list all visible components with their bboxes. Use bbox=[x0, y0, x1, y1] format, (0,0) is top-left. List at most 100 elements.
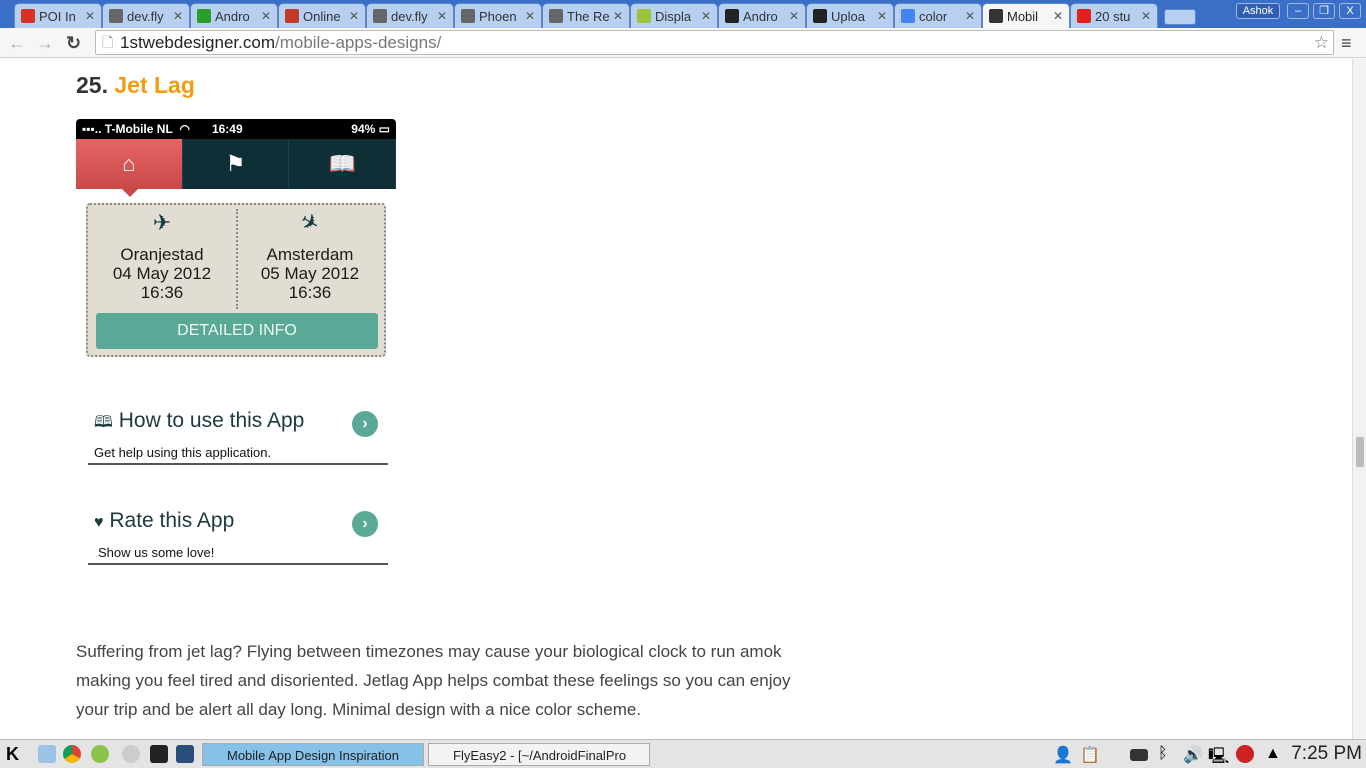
browser-titlebar: POI In ✕ dev.fly ✕ Andro ✕ Online ✕ dev.fly ✕ Phoe… bbox=[0, 0, 1366, 28]
close-tab-icon[interactable]: ✕ bbox=[525, 9, 535, 23]
book-icon: 📖 bbox=[289, 139, 397, 189]
close-tab-icon[interactable]: ✕ bbox=[789, 9, 799, 23]
close-tab-icon[interactable]: ✕ bbox=[701, 9, 711, 23]
desktop-icon[interactable] bbox=[176, 745, 194, 763]
tab[interactable]: The Re ✕ bbox=[542, 3, 630, 28]
close-tab-icon[interactable]: ✕ bbox=[877, 9, 887, 23]
tab-label: 20 stu bbox=[1095, 8, 1131, 24]
1stwebdesigner-icon bbox=[989, 9, 1003, 23]
takeoff-icon: ✈ bbox=[152, 210, 172, 235]
home-icon: ⌂ bbox=[76, 139, 183, 197]
arrival-time: 16:36 bbox=[288, 283, 332, 302]
android-studio-icon[interactable] bbox=[91, 745, 109, 763]
tab[interactable]: color ✕ bbox=[894, 3, 982, 28]
tab[interactable]: Mobil ✕ bbox=[982, 3, 1070, 28]
chrome-icon[interactable] bbox=[63, 745, 81, 763]
android-monster-icon bbox=[197, 9, 211, 23]
departure-city: Oranjestad bbox=[120, 245, 204, 264]
arrival: ✈ Amsterdam 05 May 2012 16:36 bbox=[236, 205, 384, 305]
new-tab-button[interactable] bbox=[1164, 9, 1196, 25]
security-shield-icon[interactable] bbox=[1236, 745, 1254, 763]
opera-icon bbox=[285, 9, 299, 23]
volume-icon[interactable]: 🔊 bbox=[1183, 745, 1203, 764]
browser-toolbar: ← → ↻ 🗋 1stwebdesigner.com/mobile-apps-d… bbox=[0, 28, 1366, 58]
github-icon bbox=[813, 9, 827, 23]
url-path: /mobile-apps-designs/ bbox=[274, 33, 442, 52]
close-tab-icon[interactable]: ✕ bbox=[437, 9, 447, 23]
departure: ✈ Oranjestad 04 May 2012 16:36 bbox=[88, 205, 236, 305]
tab-label: POI In bbox=[39, 8, 76, 24]
close-tab-icon[interactable]: ✕ bbox=[965, 9, 975, 23]
tab[interactable]: Uploa ✕ bbox=[806, 3, 894, 28]
address-bar[interactable]: 🗋 1stwebdesigner.com/mobile-apps-designs… bbox=[95, 30, 1334, 55]
profile-button[interactable]: Ashok bbox=[1236, 3, 1280, 19]
app-screenshot: ▪▪▪.. T-Mobile NL ◠ 16:49 94% ▭ ⌂ ⚑ 📖 ✈ … bbox=[76, 119, 397, 599]
article-number: 25. bbox=[76, 72, 108, 98]
kde-menu-icon[interactable]: K bbox=[6, 745, 24, 763]
close-tab-icon[interactable]: ✕ bbox=[261, 9, 271, 23]
bluetooth-icon[interactable]: ᛒ bbox=[1158, 745, 1176, 763]
tab[interactable]: POI In ✕ bbox=[14, 3, 102, 28]
reload-button[interactable]: ↻ bbox=[66, 33, 81, 54]
flight-card: ✈ Oranjestad 04 May 2012 16:36 ✈ Amsterd… bbox=[86, 203, 386, 357]
task-chrome[interactable]: Mobile App Design Inspiration bbox=[202, 743, 424, 766]
close-window-button[interactable]: X bbox=[1339, 3, 1361, 19]
help-row: 🕮 How to use this App Get help using thi… bbox=[88, 399, 388, 465]
tab[interactable]: dev.fly ✕ bbox=[102, 3, 190, 28]
signal-icon: ▪▪▪.. bbox=[82, 122, 102, 136]
flag-icon: ⚑ bbox=[183, 139, 290, 189]
page-icon bbox=[461, 9, 475, 23]
tab[interactable]: dev.fly ✕ bbox=[366, 3, 454, 28]
tab-label: Displa bbox=[655, 8, 692, 24]
close-tab-icon[interactable]: ✕ bbox=[85, 9, 95, 23]
settings-icon[interactable] bbox=[122, 745, 140, 763]
clipboard-icon[interactable]: 📋 bbox=[1080, 745, 1100, 764]
user-icon[interactable]: 👤 bbox=[1053, 745, 1073, 764]
tab[interactable]: Andro ✕ bbox=[718, 3, 806, 28]
minimize-button[interactable]: – bbox=[1287, 3, 1309, 19]
clock[interactable]: 7:25 PM bbox=[1291, 743, 1362, 765]
tab-label: Phoen bbox=[479, 8, 517, 24]
book-icon: 🕮 bbox=[94, 414, 113, 431]
scrollbar[interactable] bbox=[1352, 59, 1366, 739]
tab-label: The Re bbox=[567, 8, 609, 24]
tab[interactable]: Phoen ✕ bbox=[454, 3, 542, 28]
status-time: 16:49 bbox=[211, 122, 243, 136]
restore-button[interactable]: ❐ bbox=[1313, 3, 1335, 19]
app-nav: ⌂ ⚑ 📖 bbox=[76, 139, 397, 197]
tab-strip: POI In ✕ dev.fly ✕ Andro ✕ Online ✕ dev.fly ✕ Phoe… bbox=[14, 3, 1196, 28]
scrollbar-thumb[interactable] bbox=[1356, 437, 1364, 467]
row-subtitle: Get help using this application. bbox=[94, 445, 272, 460]
close-tab-icon[interactable]: ✕ bbox=[1053, 9, 1063, 23]
back-button[interactable]: ← bbox=[8, 33, 26, 54]
file-manager-icon[interactable] bbox=[38, 745, 56, 763]
battery-icon[interactable] bbox=[1130, 749, 1148, 761]
tab[interactable]: 20 stu ✕ bbox=[1070, 3, 1158, 28]
close-tab-icon[interactable]: ✕ bbox=[173, 9, 183, 23]
tab-label: dev.fly bbox=[127, 8, 164, 24]
arrival-date: 05 May 2012 bbox=[260, 264, 360, 283]
android-icon bbox=[637, 9, 651, 23]
tab-label: Andro bbox=[743, 8, 778, 24]
page-icon bbox=[549, 9, 563, 23]
article-title-link[interactable]: Jet Lag bbox=[114, 72, 195, 98]
tab[interactable]: Online ✕ bbox=[278, 3, 366, 28]
terminal-icon[interactable] bbox=[150, 745, 168, 763]
close-tab-icon[interactable]: ✕ bbox=[349, 9, 359, 23]
task-android-studio[interactable]: FlyEasy2 - [~/AndroidFinalPro bbox=[428, 743, 650, 766]
forward-button[interactable]: → bbox=[36, 33, 54, 54]
tray-expand-icon[interactable]: ▲ bbox=[1265, 745, 1283, 763]
menu-icon[interactable]: ≡ bbox=[1341, 33, 1352, 54]
tab[interactable]: Displa ✕ bbox=[630, 3, 718, 28]
departure-time: 16:36 bbox=[140, 283, 184, 302]
row-title: How to use this App bbox=[118, 409, 305, 432]
article-paragraph: Suffering from jet lag? Flying between t… bbox=[76, 642, 791, 719]
departure-date: 04 May 2012 bbox=[112, 264, 212, 283]
network-icon[interactable]: 🖳 bbox=[1208, 745, 1229, 765]
carrier: T-Mobile NL bbox=[104, 122, 173, 136]
close-tab-icon[interactable]: ✕ bbox=[1141, 9, 1151, 23]
bookmark-star-icon[interactable]: ☆ bbox=[1314, 31, 1329, 54]
close-tab-icon[interactable]: ✕ bbox=[613, 9, 623, 23]
gmail-icon bbox=[21, 9, 35, 23]
tab[interactable]: Andro ✕ bbox=[190, 3, 278, 28]
